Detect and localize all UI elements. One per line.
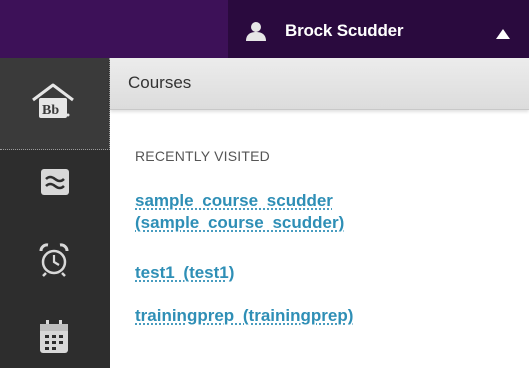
sidebar-item-stream[interactable] — [0, 160, 110, 210]
sidebar-item-home[interactable]: Bb — [0, 58, 110, 150]
course-link-trainingprep[interactable]: trainingprep (trainingprep) — [135, 305, 353, 327]
course-link-line: sample course scudder — [135, 191, 333, 210]
sidebar-item-due-dates[interactable] — [0, 235, 110, 295]
section-label: RECENTLY VISITED — [135, 148, 270, 164]
course-link-test1[interactable]: test1 (test1) — [135, 262, 234, 284]
course-link-line: (sample course scudder) — [135, 213, 345, 232]
courses-panel: Courses RECENTLY VISITED sample course s… — [110, 58, 529, 368]
caret-up-icon[interactable] — [496, 26, 510, 39]
user-icon — [245, 20, 267, 42]
course-link-sample-course-scudder[interactable]: sample course scudder (sample course scu… — [135, 190, 344, 234]
svg-text:Bb: Bb — [42, 103, 59, 118]
page-title: Courses — [128, 73, 192, 92]
panel-header: Courses — [110, 58, 529, 110]
user-name[interactable]: Brock Scudder — [285, 20, 404, 42]
sidebar-item-calendar[interactable] — [0, 315, 110, 368]
